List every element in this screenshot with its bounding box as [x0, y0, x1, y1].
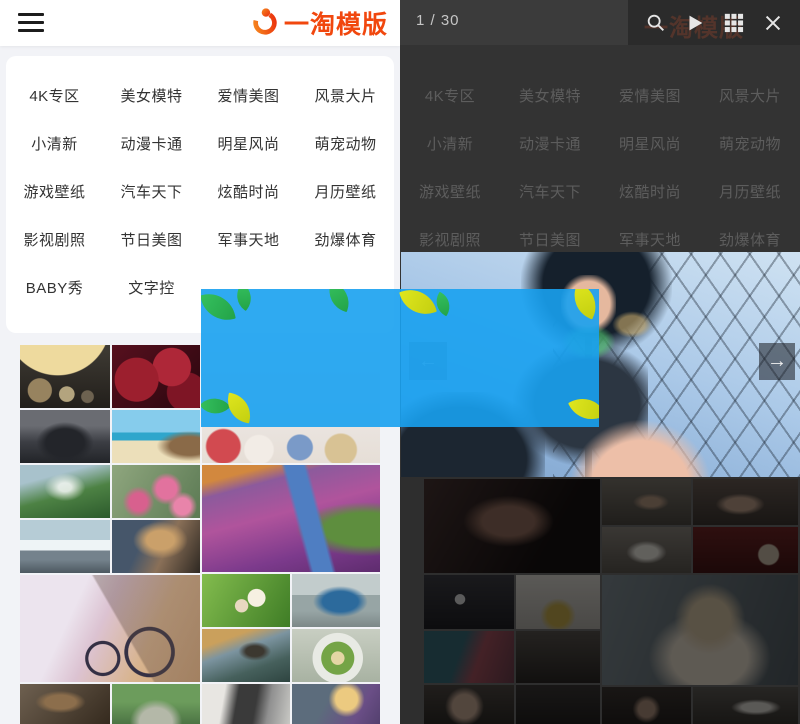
dimmed-thumb-woman-face [424, 685, 514, 724]
thumb-rice-field-hut[interactable] [202, 629, 290, 682]
thumb-pink-camellia[interactable] [112, 465, 200, 518]
thumb-cat-closeup[interactable] [202, 684, 290, 724]
dimmed-thumb-girl-yellow-top [516, 575, 600, 629]
category-cars[interactable]: 汽车天下 [103, 167, 200, 215]
thumb-tropical-beach[interactable] [112, 410, 200, 463]
category-movies[interactable]: 影视剧照 [6, 215, 103, 263]
dimmed-thumb-dark-back [516, 631, 600, 683]
dimmed-thumb-photoshoot [424, 575, 514, 629]
leaf-icon [201, 390, 231, 421]
dimmed-thumb-white-shirt [693, 687, 798, 724]
dimmed-thumb-dark-hair-woman [602, 687, 691, 724]
search-icon[interactable] [645, 12, 667, 34]
thumb-purple-flower-field[interactable] [202, 465, 380, 572]
thumb-wet-cherries[interactable] [112, 345, 200, 408]
brand-logo[interactable]: 一淘模版 [250, 7, 388, 39]
leaf-icon [224, 393, 255, 424]
dimmed-thumb-standing-figure [602, 479, 691, 525]
category-sports[interactable]: 劲爆体育 [297, 215, 394, 263]
thumb-anime-sunset-road[interactable] [112, 520, 200, 573]
dimmed-thumb-dark [516, 685, 600, 724]
thumb-white-rabbits[interactable] [202, 574, 290, 627]
dimmed-thumb-woman-on-bed [693, 479, 798, 525]
leaf-icon [324, 289, 354, 312]
category-fresh[interactable]: 小清新 [6, 119, 103, 167]
category-festival[interactable]: 节日美图 [103, 215, 200, 263]
leaf-icon [568, 390, 599, 427]
viewer-topbar: 1 / 30 一淘模版 [400, 0, 800, 45]
dimmed-category: 美女模特 [500, 71, 600, 119]
dimmed-thumb-red-room-doll [693, 527, 798, 573]
viewer-toolbar: 一淘模版 [628, 0, 800, 45]
thumb-anime-bicycle[interactable] [20, 575, 200, 682]
category-text[interactable]: 文字控 [103, 263, 200, 311]
leaf-icon [201, 289, 236, 325]
dimmed-category: 动漫卡通 [500, 119, 600, 167]
thumb-blue-drift-car[interactable] [292, 574, 380, 627]
category-models[interactable]: 美女模特 [103, 71, 200, 119]
category-military[interactable]: 军事天地 [200, 215, 297, 263]
dimmed-category: 明星风尚 [600, 119, 700, 167]
category-4k[interactable]: 4K专区 [6, 71, 103, 119]
dimmed-category: 月历壁纸 [700, 167, 800, 215]
screen: 一淘模版 4K专区 美女模特 爱情美图 风景大片 小清新 动漫卡通 明星风尚 萌… [0, 0, 800, 724]
photo-hand-texture [569, 419, 713, 478]
thumb-snow-mountains[interactable] [20, 520, 110, 573]
app-header: 一淘模版 [0, 0, 400, 46]
dimmed-category: 4K专区 [400, 71, 500, 119]
next-photo-button[interactable]: → [759, 343, 795, 380]
dimmed-gallery [400, 477, 800, 724]
play-icon[interactable] [684, 12, 706, 34]
thumb-anime-blonde-girl[interactable] [292, 684, 380, 724]
leaf-icon [567, 289, 599, 319]
dimmed-thumb-poolside [424, 631, 514, 683]
close-icon[interactable] [762, 12, 784, 34]
category-cool[interactable]: 炫酷时尚 [200, 167, 297, 215]
thumb-forest-road[interactable] [112, 684, 200, 724]
dimmed-thumb-portrait-arms-up [424, 479, 600, 573]
photo-flare-texture [612, 311, 652, 338]
dimmed-thumb-blonde-woman [602, 575, 798, 685]
dimmed-category: 炫酷时尚 [600, 167, 700, 215]
grid-icon[interactable] [723, 12, 745, 34]
dimmed-category: 萌宠动物 [700, 119, 800, 167]
dimmed-category: 小清新 [400, 119, 500, 167]
category-calendar[interactable]: 月历壁纸 [297, 167, 394, 215]
category-anime[interactable]: 动漫卡通 [103, 119, 200, 167]
ad-banner[interactable] [201, 289, 599, 427]
leaf-icon [230, 289, 258, 311]
dimmed-category: 汽车天下 [500, 167, 600, 215]
dimmed-thumb-white-dress [602, 527, 691, 573]
category-pets[interactable]: 萌宠动物 [297, 119, 394, 167]
thumb-waterfall-valley[interactable] [20, 465, 110, 518]
category-games[interactable]: 游戏壁纸 [6, 167, 103, 215]
thumb-sports-car-garage[interactable] [20, 410, 110, 463]
photo-counter: 1 / 30 [416, 12, 460, 29]
thumb-planet-spheres[interactable] [20, 345, 110, 408]
category-scenery[interactable]: 风景大片 [297, 71, 394, 119]
dimmed-category: 爱情美图 [600, 71, 700, 119]
leaf-icon [399, 289, 437, 321]
thumb-noodle-soup[interactable] [292, 629, 380, 682]
category-love[interactable]: 爱情美图 [200, 71, 297, 119]
category-stars[interactable]: 明星风尚 [200, 119, 297, 167]
thumb-wooden-scoop[interactable] [20, 684, 110, 724]
menu-icon[interactable] [18, 13, 44, 33]
dimmed-category-card: 4K专区 美女模特 爱情美图 风景大片 小清新 动漫卡通 明星风尚 萌宠动物 游… [400, 45, 800, 257]
category-baby[interactable]: BABY秀 [6, 263, 103, 311]
brand-logo-text: 一淘模版 [284, 5, 388, 41]
dimmed-category: 风景大片 [700, 71, 800, 119]
dimmed-category: 游戏壁纸 [400, 167, 500, 215]
brand-person-icon [250, 6, 280, 41]
